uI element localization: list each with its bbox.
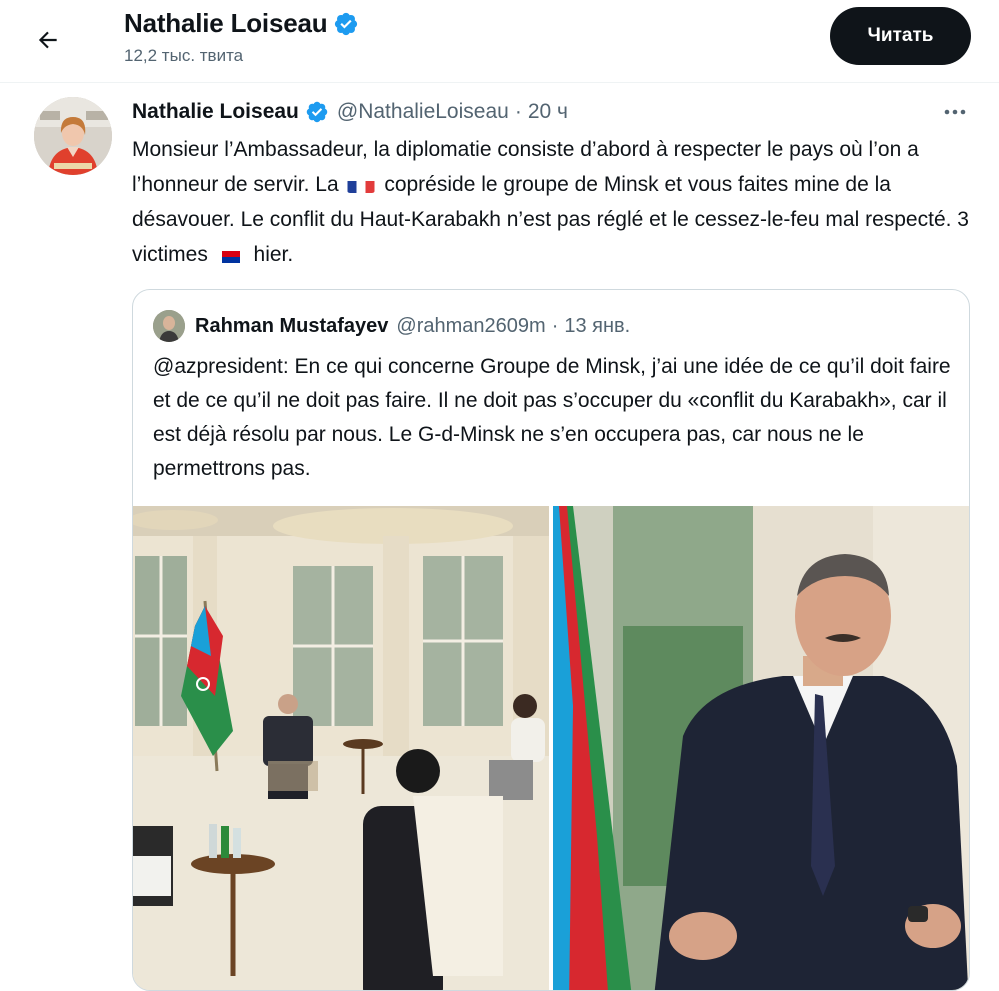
back-arrow-icon bbox=[38, 31, 57, 49]
follow-button[interactable]: Читать bbox=[830, 7, 971, 65]
quote-author-avatar[interactable] bbox=[153, 310, 185, 342]
quote-header: Rahman Mustafayev @rahman2609m · 13 янв. bbox=[153, 310, 630, 342]
media-photo-portrait[interactable] bbox=[553, 506, 969, 990]
quoted-tweet[interactable]: Rahman Mustafayev @rahman2609m · 13 янв.… bbox=[132, 289, 970, 991]
quote-time[interactable]: 13 янв. bbox=[564, 315, 630, 338]
back-button[interactable] bbox=[28, 20, 68, 60]
tweet-time[interactable]: 20 ч bbox=[528, 100, 568, 124]
armenia-flag-icon bbox=[217, 245, 245, 263]
author-avatar[interactable] bbox=[34, 97, 112, 175]
tweet-header: Nathalie Loiseau @NathalieLoiseau · 20 ч bbox=[132, 100, 568, 124]
photo-image bbox=[133, 506, 549, 990]
tweet-text-part3: hier. bbox=[253, 243, 294, 266]
more-icon bbox=[944, 109, 966, 115]
tweet-count: 12,2 тыс. твита bbox=[124, 46, 244, 65]
media-photo-interview-hall[interactable] bbox=[133, 506, 549, 990]
quote-author-name[interactable]: Rahman Mustafayev bbox=[195, 315, 388, 338]
profile-name: Nathalie Loiseau bbox=[124, 8, 328, 38]
france-flag-icon bbox=[347, 175, 375, 193]
quote-text: @azpresident: En ce qui concerne Groupe … bbox=[153, 355, 951, 480]
verified-badge-icon bbox=[306, 101, 328, 123]
separator-dot: · bbox=[551, 314, 559, 337]
more-button[interactable] bbox=[940, 100, 970, 124]
separator-dot: · bbox=[514, 100, 522, 123]
author-name[interactable]: Nathalie Loiseau bbox=[132, 100, 299, 124]
author-handle[interactable]: @NathalieLoiseau bbox=[337, 100, 509, 124]
profile-header: Nathalie Loiseau 12,2 тыс. твита Читать bbox=[0, 0, 999, 83]
photo-image bbox=[553, 506, 969, 990]
tweet-text: Monsieur l’Ambassadeur, la diplomatie co… bbox=[132, 132, 972, 272]
verified-badge-icon bbox=[335, 12, 358, 35]
quote-author-handle[interactable]: @rahman2609m bbox=[396, 315, 545, 338]
profile-title: Nathalie Loiseau bbox=[124, 8, 359, 39]
avatar-image bbox=[34, 97, 112, 175]
